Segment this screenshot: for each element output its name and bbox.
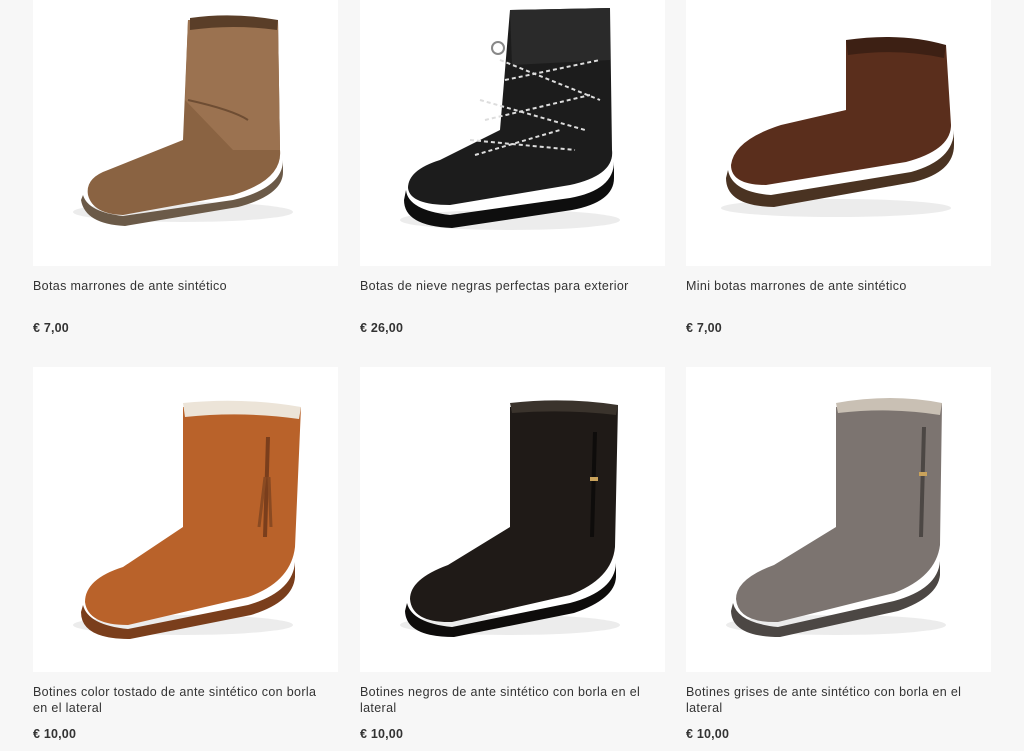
boot-image <box>400 400 620 637</box>
product-card[interactable]: Botines negros de ante sintético con bor… <box>360 367 665 741</box>
boot-image <box>400 8 620 230</box>
product-grid: Botas marrones de ante sintético € 7,00 <box>0 0 1024 751</box>
product-name[interactable]: Botines color tostado de ante sintético … <box>33 684 323 716</box>
product-name[interactable]: Botas marrones de ante sintético <box>33 278 323 310</box>
product-price: € 7,00 <box>686 321 722 335</box>
product-card[interactable]: Mini botas marrones de ante sintético € … <box>686 0 991 335</box>
product-name[interactable]: Mini botas marrones de ante sintético <box>686 278 976 310</box>
product-price: € 10,00 <box>360 727 404 741</box>
product-price: € 10,00 <box>686 727 730 741</box>
product-image-black-snow-boot[interactable] <box>360 0 665 266</box>
product-image-brown-suede-boot[interactable] <box>33 0 338 266</box>
product-price: € 26,00 <box>360 321 404 335</box>
product-card[interactable]: Botines grises de ante sintético con bor… <box>686 367 991 741</box>
product-card[interactable]: Botas marrones de ante sintético € 7,00 <box>33 0 338 335</box>
boot-image <box>73 400 301 639</box>
product-price: € 7,00 <box>33 321 69 335</box>
product-image-grey-tassel-bootie[interactable] <box>686 367 991 672</box>
product-image-brown-mini-boot[interactable] <box>686 0 991 266</box>
boot-image <box>726 398 946 637</box>
product-price: € 10,00 <box>33 727 77 741</box>
product-image-black-tassel-bootie[interactable] <box>360 367 665 672</box>
product-card[interactable]: Botines color tostado de ante sintético … <box>33 367 338 741</box>
product-name[interactable]: Botines negros de ante sintético con bor… <box>360 684 650 716</box>
product-image-tan-tassel-bootie[interactable] <box>33 367 338 672</box>
boot-image <box>73 15 293 226</box>
product-card[interactable]: Botas de nieve negras perfectas para ext… <box>360 0 665 335</box>
product-name[interactable]: Botas de nieve negras perfectas para ext… <box>360 278 650 310</box>
boot-image <box>721 36 954 217</box>
product-name[interactable]: Botines grises de ante sintético con bor… <box>686 684 976 716</box>
